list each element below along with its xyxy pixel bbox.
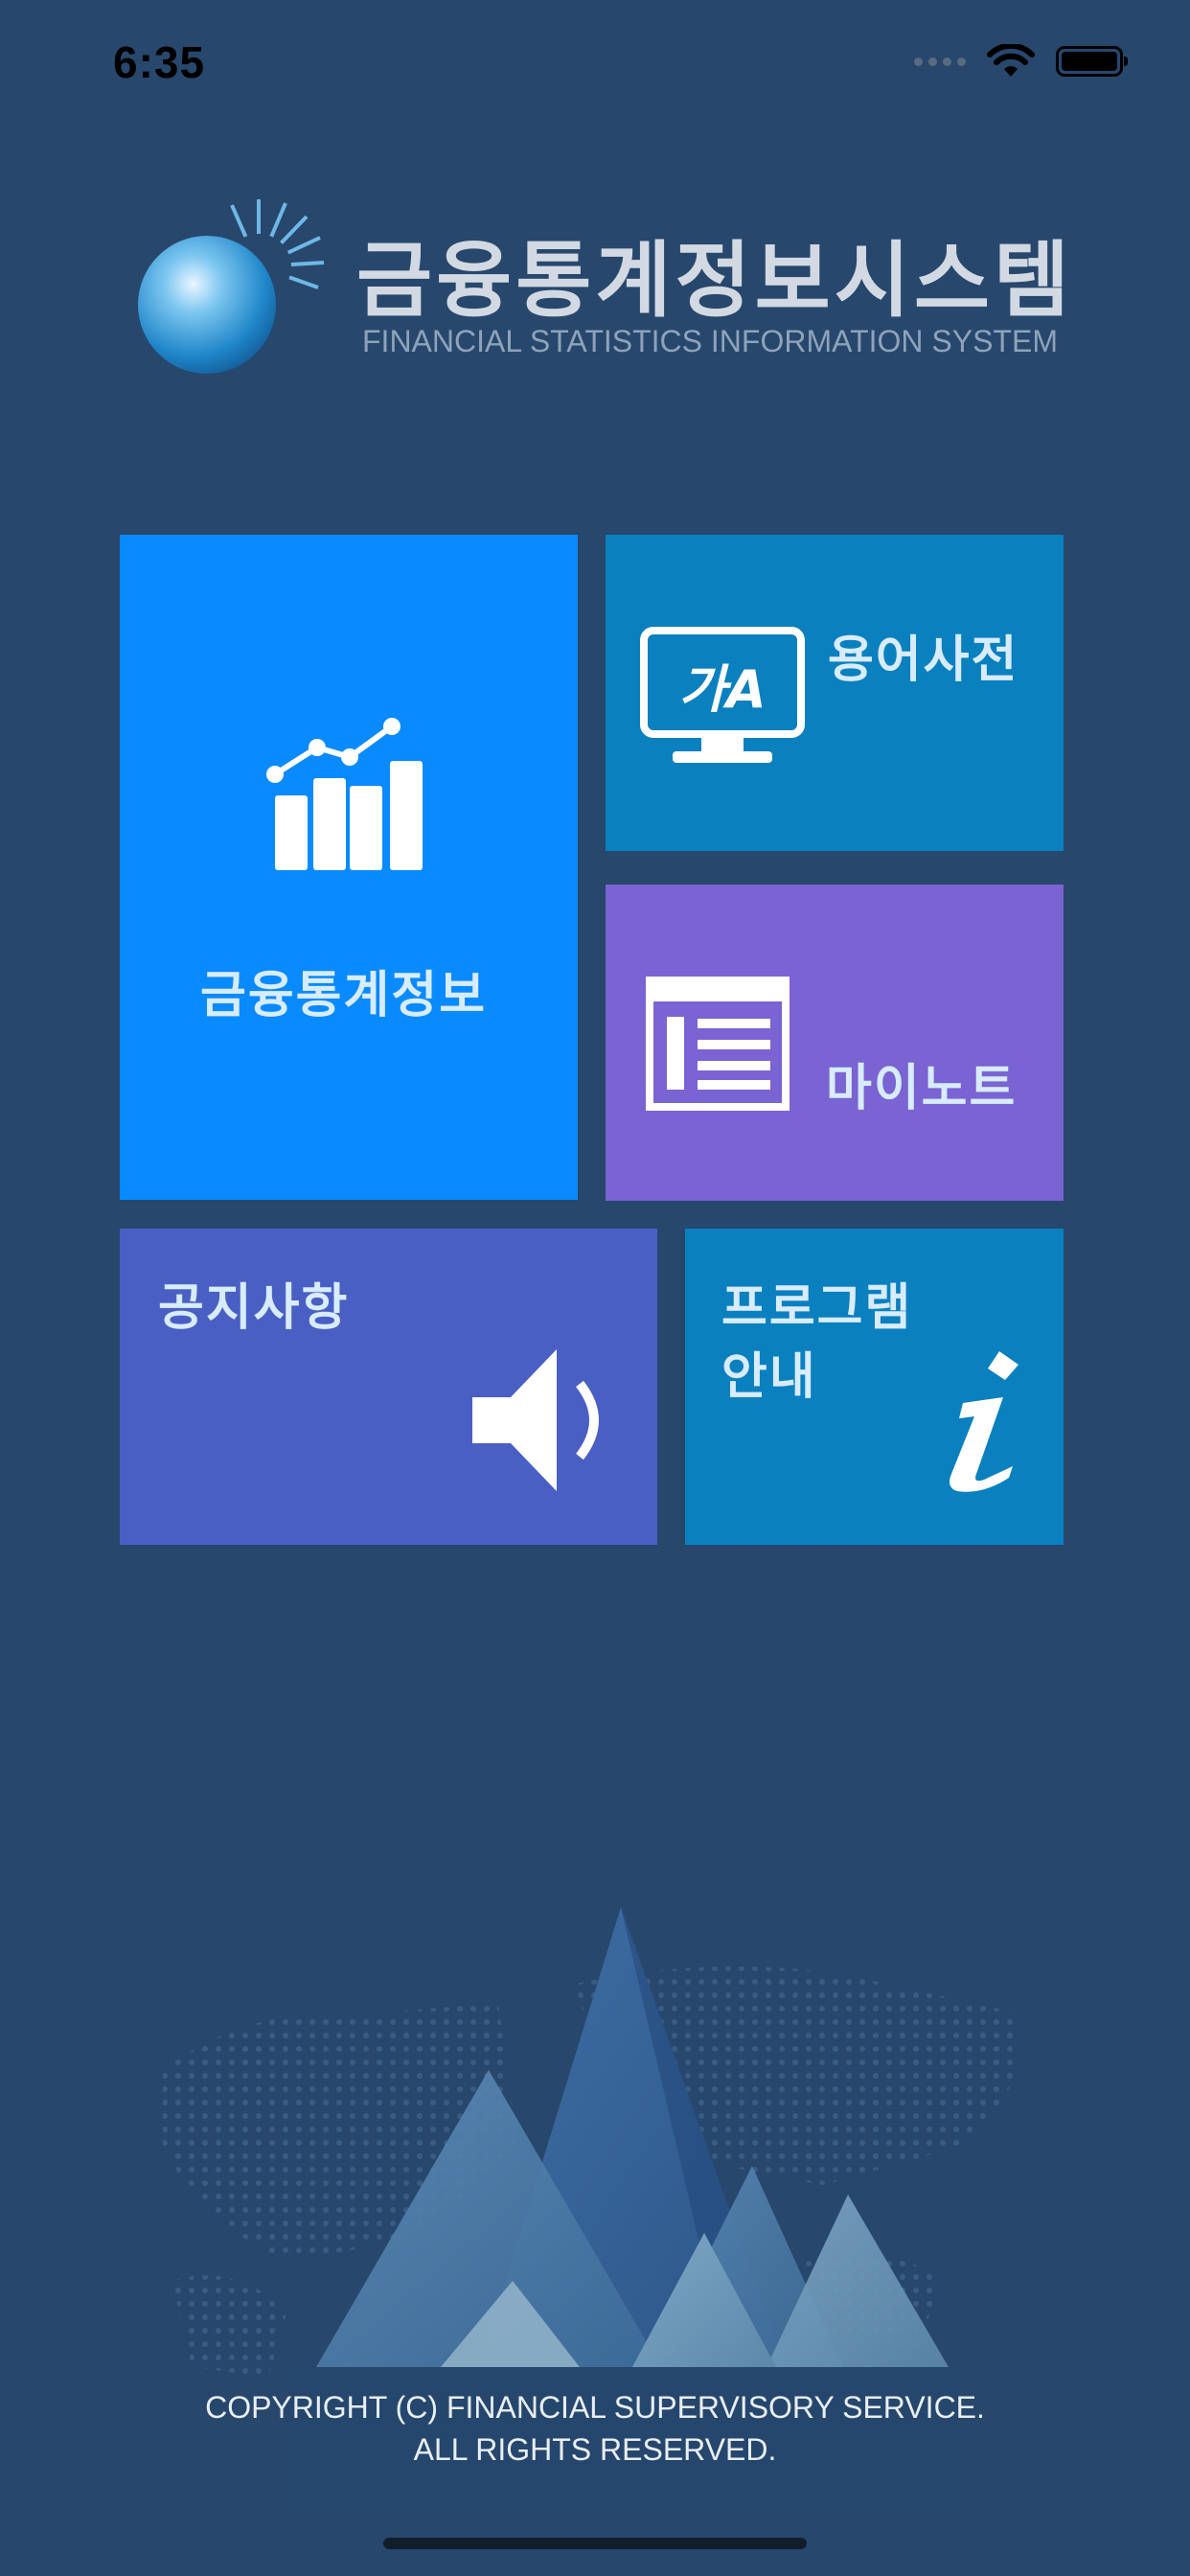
tile-program-guide-label-line2: 안내 xyxy=(721,1348,817,1406)
logo-title: 금융통계정보시스템 xyxy=(356,233,1074,329)
status-time: 6:35 xyxy=(113,37,206,87)
copyright-footer: COPYRIGHT (C) FINANCIAL SUPERVISORY SERV… xyxy=(0,2386,1190,2471)
info-icon xyxy=(950,1351,1018,1492)
tile-financial-statistics-label: 금융통계정보 xyxy=(200,967,488,1024)
copyright-line1: COPYRIGHT (C) FINANCIAL SUPERVISORY SERV… xyxy=(205,2390,985,2425)
globe-logo-icon xyxy=(138,199,325,374)
tile-my-note-label: 마이노트 xyxy=(826,1060,1018,1117)
tile-my-note[interactable]: 마이노트 xyxy=(606,885,1064,1201)
status-indicators xyxy=(914,42,1128,80)
home-indicator[interactable] xyxy=(383,2538,807,2549)
notebook-icon xyxy=(646,977,790,1111)
dictionary-monitor-icon: 가A xyxy=(640,627,805,763)
logo-subtitle: FINANCIAL STATISTICS INFORMATION SYSTEM xyxy=(362,324,1058,358)
tile-dictionary[interactable]: 가A 용어사전 xyxy=(606,535,1064,851)
bar-chart-icon xyxy=(266,718,423,870)
tile-program-guide[interactable]: 프로그램 안내 xyxy=(685,1229,1064,1545)
speaker-icon xyxy=(472,1349,599,1491)
app-logo: 금융통계정보시스템 FINANCIAL STATISTICS INFORMATI… xyxy=(134,192,1069,383)
wifi-icon xyxy=(987,44,1035,77)
battery-icon xyxy=(1056,46,1128,77)
tile-notice[interactable]: 공지사항 xyxy=(120,1229,657,1545)
dictionary-icon-text: 가A xyxy=(678,659,766,720)
copyright-line2: ALL RIGHTS RESERVED. xyxy=(413,2432,777,2467)
tile-financial-statistics[interactable]: 금융통계정보 xyxy=(120,535,578,1200)
signal-icon xyxy=(914,57,966,66)
tile-notice-label: 공지사항 xyxy=(158,1279,350,1337)
tile-program-guide-label-line1: 프로그램 xyxy=(721,1279,913,1337)
tile-dictionary-label: 용어사전 xyxy=(828,632,1019,689)
